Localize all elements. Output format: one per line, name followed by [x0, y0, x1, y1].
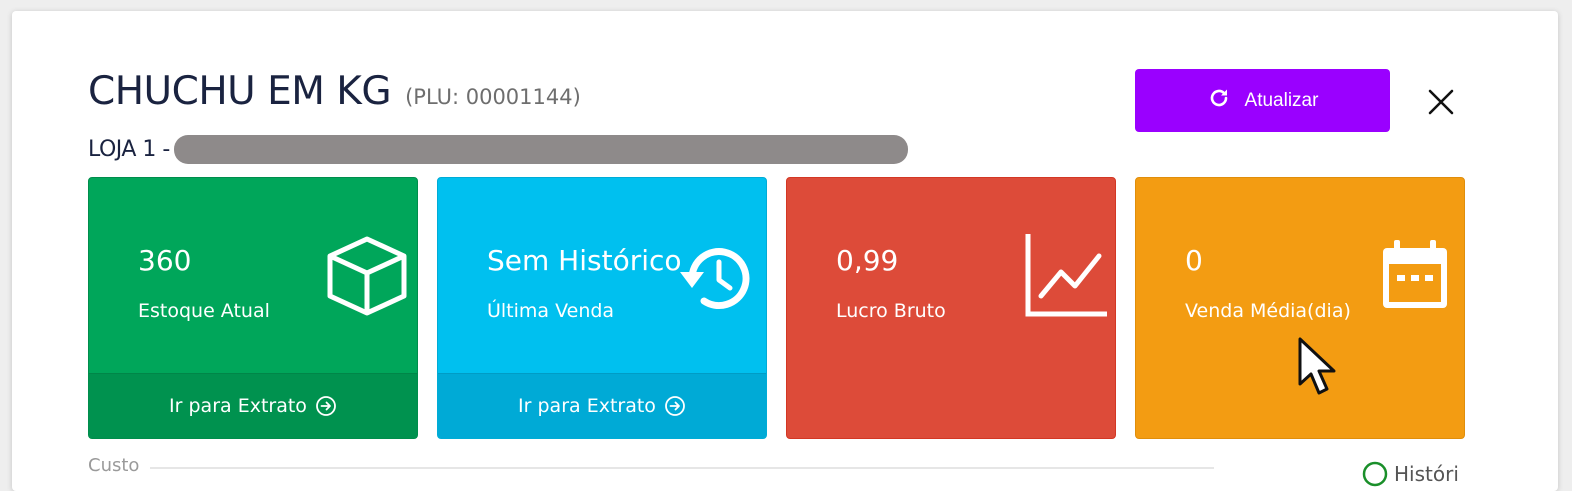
- line-chart-icon: [1023, 233, 1108, 322]
- gross-profit-label: Lucro Bruto: [836, 300, 946, 322]
- cost-divider: [150, 467, 1214, 469]
- update-button-label: Atualizar: [1244, 89, 1319, 111]
- arrow-circle-right-icon: [665, 396, 685, 416]
- card-stock: 360 Estoque Atual Ir para Extrato: [88, 177, 418, 439]
- store-row: LOJA 1 -: [88, 135, 908, 164]
- close-button[interactable]: [1420, 81, 1462, 123]
- history-link-icon: [1362, 461, 1388, 487]
- refresh-icon: [1207, 86, 1231, 116]
- stock-label: Estoque Atual: [138, 300, 270, 322]
- card-gross-profit: 0,99 Lucro Bruto: [786, 177, 1116, 439]
- stock-extract-label: Ir para Extrato: [169, 395, 307, 417]
- update-button[interactable]: Atualizar: [1135, 69, 1390, 132]
- store-label: LOJA 1 -: [88, 137, 170, 162]
- history-link[interactable]: Históri: [1362, 461, 1459, 487]
- product-title: CHUCHU EM KG: [88, 69, 392, 114]
- mouse-cursor-icon: [1296, 336, 1340, 404]
- last-sale-extract-label: Ir para Extrato: [518, 395, 656, 417]
- box-icon: [325, 234, 409, 322]
- last-sale-label: Última Venda: [487, 300, 615, 322]
- history-icon: [678, 242, 754, 316]
- redacted-store-name: [173, 135, 908, 164]
- stock-value: 360: [138, 244, 192, 277]
- avg-sale-value: 0: [1185, 244, 1203, 277]
- last-sale-extract-link[interactable]: Ir para Extrato: [438, 373, 766, 438]
- card-last-sale: Sem Histórico Última Venda Ir para Extra…: [437, 177, 767, 439]
- title-row: CHUCHU EM KG (PLU: 00001144): [88, 69, 581, 114]
- last-sale-value: Sem Histórico: [487, 244, 682, 277]
- gross-profit-value: 0,99: [836, 244, 899, 277]
- cost-label: Custo: [88, 455, 140, 476]
- product-plu: (PLU: 00001144): [405, 85, 581, 109]
- product-modal: CHUCHU EM KG (PLU: 00001144) LOJA 1 - At…: [12, 11, 1558, 491]
- stock-extract-link[interactable]: Ir para Extrato: [89, 373, 417, 438]
- calendar-icon: [1380, 238, 1450, 314]
- close-icon: [1428, 89, 1454, 115]
- history-link-label: Históri: [1394, 462, 1459, 486]
- avg-sale-label: Venda Média(dia): [1185, 300, 1351, 322]
- arrow-circle-right-icon: [316, 396, 336, 416]
